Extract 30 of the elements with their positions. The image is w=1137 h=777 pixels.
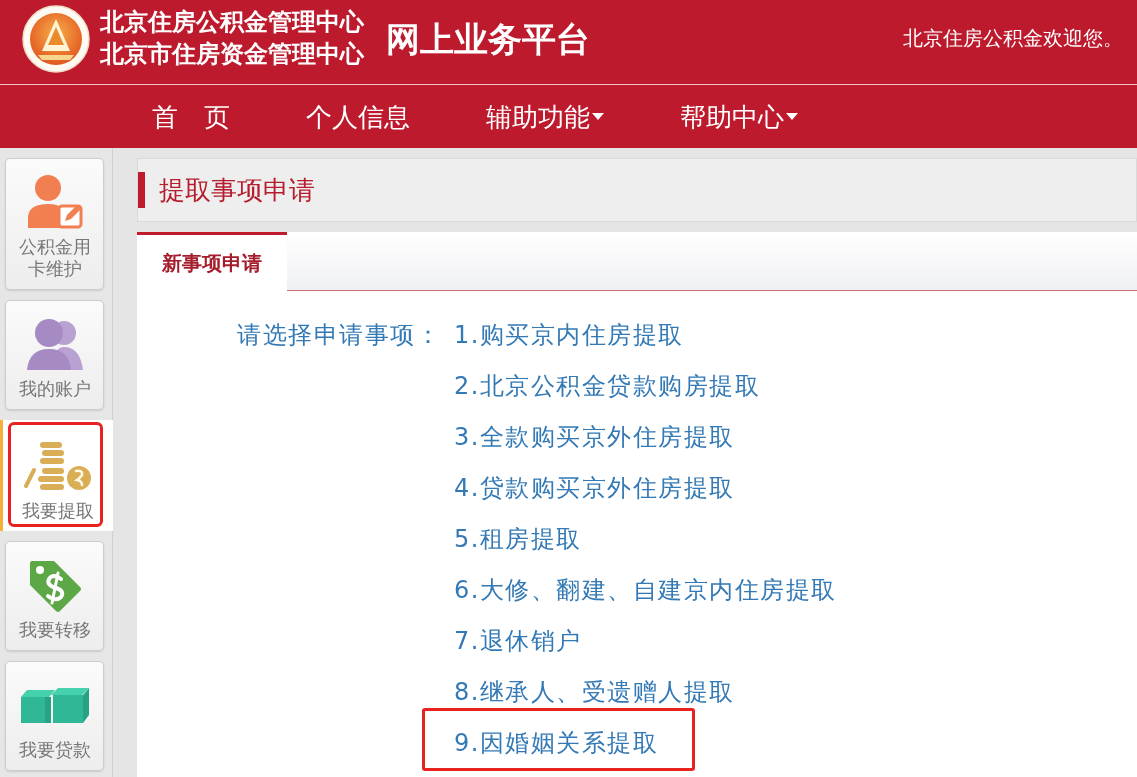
option-link[interactable]: 9.因婚姻关系提取 [454,727,659,758]
money-bundles-icon [20,687,89,723]
platform-title: 网上业务平台 [386,19,590,59]
sidebar-item[interactable]: 我的账户 [5,300,104,410]
org-name: 北京市住房资金管理中心 [100,38,364,70]
welcome-text: 北京住房公积金欢迎您。 [903,26,1123,50]
two-people-icon [25,316,84,372]
coins-icon [24,440,92,492]
option-link[interactable]: 3.全款购买京外住房提取 [454,421,735,452]
person-edit-icon [25,174,84,230]
sidebar-item[interactable]: 我要贷款 [5,661,104,771]
org-name: 北京住房公积金管理中心 [100,6,364,38]
sidebar-item[interactable]: 公积金用卡维护 [5,158,104,290]
accent-bar [138,172,145,208]
nav-item[interactable]: 辅助功能 [486,99,604,134]
nav-item[interactable]: 首 页 [152,99,230,134]
option-link[interactable]: 7.退休销户 [454,625,582,656]
option-link[interactable]: 5.租房提取 [454,523,582,554]
option-link[interactable]: 4.贷款购买京外住房提取 [454,472,735,503]
sidebar-item[interactable]: 我要提取 [0,420,113,531]
nav-item[interactable]: 个人信息 [306,99,410,134]
page-title: 提取事项申请 [159,174,315,206]
prompt-label: 请选择申请事项： [237,319,441,350]
option-link[interactable]: 2.北京公积金贷款购房提取 [454,370,761,401]
option-link[interactable]: 6.大修、翻建、自建京内住房提取 [454,574,837,605]
option-link[interactable]: 1.购买京内住房提取 [454,319,684,350]
sidebar-item[interactable]: 我要转移 [5,541,104,651]
emblem-logo [22,5,90,73]
option-link[interactable]: 8.继承人、受遗赠人提取 [454,676,735,707]
nav-item[interactable]: 帮助中心 [680,99,798,134]
